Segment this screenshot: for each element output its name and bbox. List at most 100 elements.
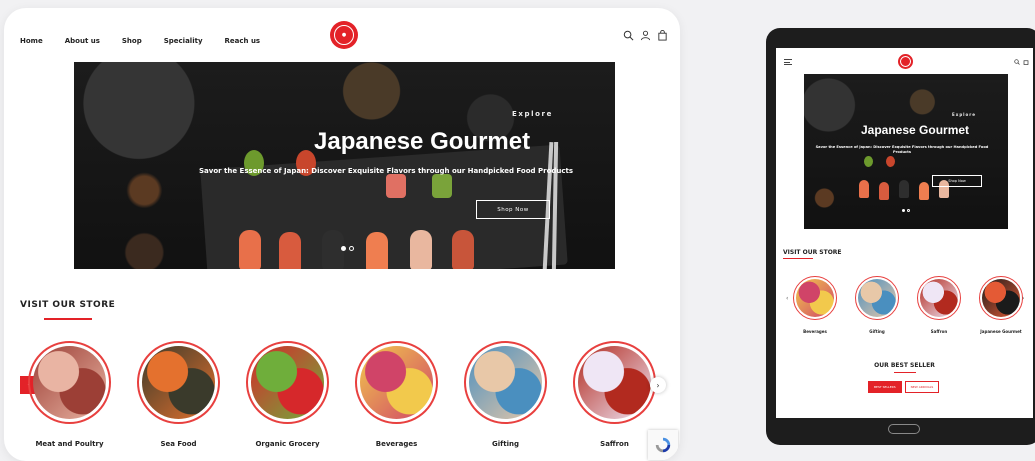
section-underline (783, 258, 813, 259)
category-image (858, 279, 896, 317)
slider-dots (341, 246, 354, 251)
slider-dot-active[interactable] (341, 246, 346, 251)
nav-speciality[interactable]: Speciality (164, 37, 203, 45)
desktop-preview: Home About us Shop Speciality Reach us ● (4, 8, 680, 461)
sushi-image (899, 180, 909, 198)
tab-new-arrivals[interactable]: NEW ARRIVALS (904, 381, 940, 393)
header-icons (1014, 59, 1029, 65)
recaptcha-icon (655, 437, 671, 453)
category-image-frame[interactable] (979, 276, 1023, 320)
category-item[interactable]: Sea Food (137, 341, 220, 448)
category-image (142, 346, 215, 419)
category-item[interactable]: Japanese Gourmet (979, 276, 1023, 334)
hero-eyebrow: Explore (952, 112, 976, 117)
sushi-image (386, 174, 406, 198)
hero-subtitle: Savor the Essence of Japan: Discover Exq… (815, 145, 989, 154)
category-image-frame[interactable] (464, 341, 547, 424)
bag-icon[interactable] (657, 30, 668, 41)
nav-shop[interactable]: Shop (122, 37, 142, 45)
category-label: Beverages (803, 329, 827, 334)
sushi-image (864, 156, 873, 167)
hero-banner[interactable]: Explore Japanese Gourmet Savor the Essen… (804, 74, 1008, 229)
best-seller-title: OUR BEST SELLER (874, 362, 935, 369)
category-item[interactable]: Beverages (355, 341, 438, 448)
tab-best-sellers[interactable]: BEST SELLERS (868, 381, 902, 393)
shop-now-button[interactable]: Shop Now (476, 200, 550, 219)
hero-subtitle: Savor the Essence of Japan: Discover Exq… (199, 167, 574, 175)
category-image-frame[interactable] (28, 341, 111, 424)
sushi-image (239, 230, 261, 269)
brand-logo[interactable]: ● (330, 21, 358, 49)
sushi-image (452, 230, 474, 269)
category-image-frame[interactable] (137, 341, 220, 424)
category-image-frame[interactable] (573, 341, 656, 424)
sushi-image (279, 232, 301, 269)
bag-icon[interactable] (1023, 59, 1029, 65)
slider-dots (902, 209, 910, 212)
category-carousel: Meat and Poultry Sea Food Organic Grocery B… (28, 341, 656, 448)
carousel-prev-button[interactable]: ‹ (786, 295, 788, 302)
category-label: Gifting (492, 440, 519, 448)
tablet-screen: Explore Japanese Gourmet Savor the Essen… (776, 48, 1033, 418)
main-nav: Home About us Shop Speciality Reach us (20, 37, 260, 45)
category-image (920, 279, 958, 317)
section-title: VISIT OUR STORE (20, 300, 116, 310)
shop-now-button[interactable]: Shop Now (932, 175, 982, 187)
nav-reach-us[interactable]: Reach us (225, 37, 261, 45)
recaptcha-badge[interactable] (648, 430, 678, 460)
category-image (982, 279, 1020, 317)
category-item[interactable]: Saffron (573, 341, 656, 448)
search-icon[interactable] (1014, 59, 1020, 65)
category-image (360, 346, 433, 419)
category-image-frame[interactable] (855, 276, 899, 320)
user-icon[interactable] (640, 30, 651, 41)
nav-about[interactable]: About us (65, 37, 100, 45)
category-item[interactable]: Meat and Poultry (28, 341, 111, 448)
category-label: Meat and Poultry (35, 440, 104, 448)
category-image (578, 346, 651, 419)
category-image (33, 346, 106, 419)
hero-title: Japanese Gourmet (314, 128, 531, 155)
header-icons (623, 30, 668, 41)
tablet-preview: Explore Japanese Gourmet Savor the Essen… (766, 28, 1035, 445)
slider-dot-active[interactable] (902, 209, 905, 212)
category-image (251, 346, 324, 419)
sushi-image (366, 232, 388, 269)
category-item[interactable]: Gifting (464, 341, 547, 448)
category-image-frame[interactable] (917, 276, 961, 320)
category-item[interactable]: Organic Grocery (246, 341, 329, 448)
category-label: Organic Grocery (255, 440, 320, 448)
section-underline (894, 372, 916, 373)
nav-home[interactable]: Home (20, 37, 43, 45)
product-tabs: BEST SELLERS NEW ARRIVALS (868, 381, 940, 393)
category-image-frame[interactable] (793, 276, 837, 320)
carousel-next-button[interactable]: › (1022, 295, 1024, 302)
sushi-image (919, 182, 929, 200)
sushi-image (432, 174, 452, 198)
hero-eyebrow: Explore (512, 110, 553, 118)
slider-dot[interactable] (907, 209, 910, 212)
category-item[interactable]: Beverages (793, 276, 837, 334)
category-image-frame[interactable] (355, 341, 438, 424)
hero-banner[interactable]: Explore Japanese Gourmet Savor the Essen… (74, 62, 615, 269)
category-carousel: Beverages Gifting Saffron Japanese Gourmet (793, 276, 1023, 334)
category-image-frame[interactable] (246, 341, 329, 424)
category-label: Saffron (600, 440, 629, 448)
category-label: Beverages (375, 440, 418, 448)
sushi-image (859, 180, 869, 198)
section-title: VISIT OUR STORE (783, 249, 842, 256)
hamburger-menu-icon[interactable] (784, 59, 792, 65)
search-icon[interactable] (623, 30, 634, 41)
brand-logo[interactable] (898, 54, 913, 69)
hero-title: Japanese Gourmet (861, 123, 970, 137)
carousel-next-button[interactable]: › (650, 377, 666, 393)
sushi-image (410, 230, 432, 269)
category-item[interactable]: Saffron (917, 276, 961, 334)
category-image (469, 346, 542, 419)
category-label: Sea Food (160, 440, 197, 448)
slider-dot[interactable] (349, 246, 354, 251)
category-label: Gifting (869, 329, 885, 334)
category-item[interactable]: Gifting (855, 276, 899, 334)
sushi-image (879, 182, 889, 200)
category-label: Japanese Gourmet (980, 329, 1022, 334)
